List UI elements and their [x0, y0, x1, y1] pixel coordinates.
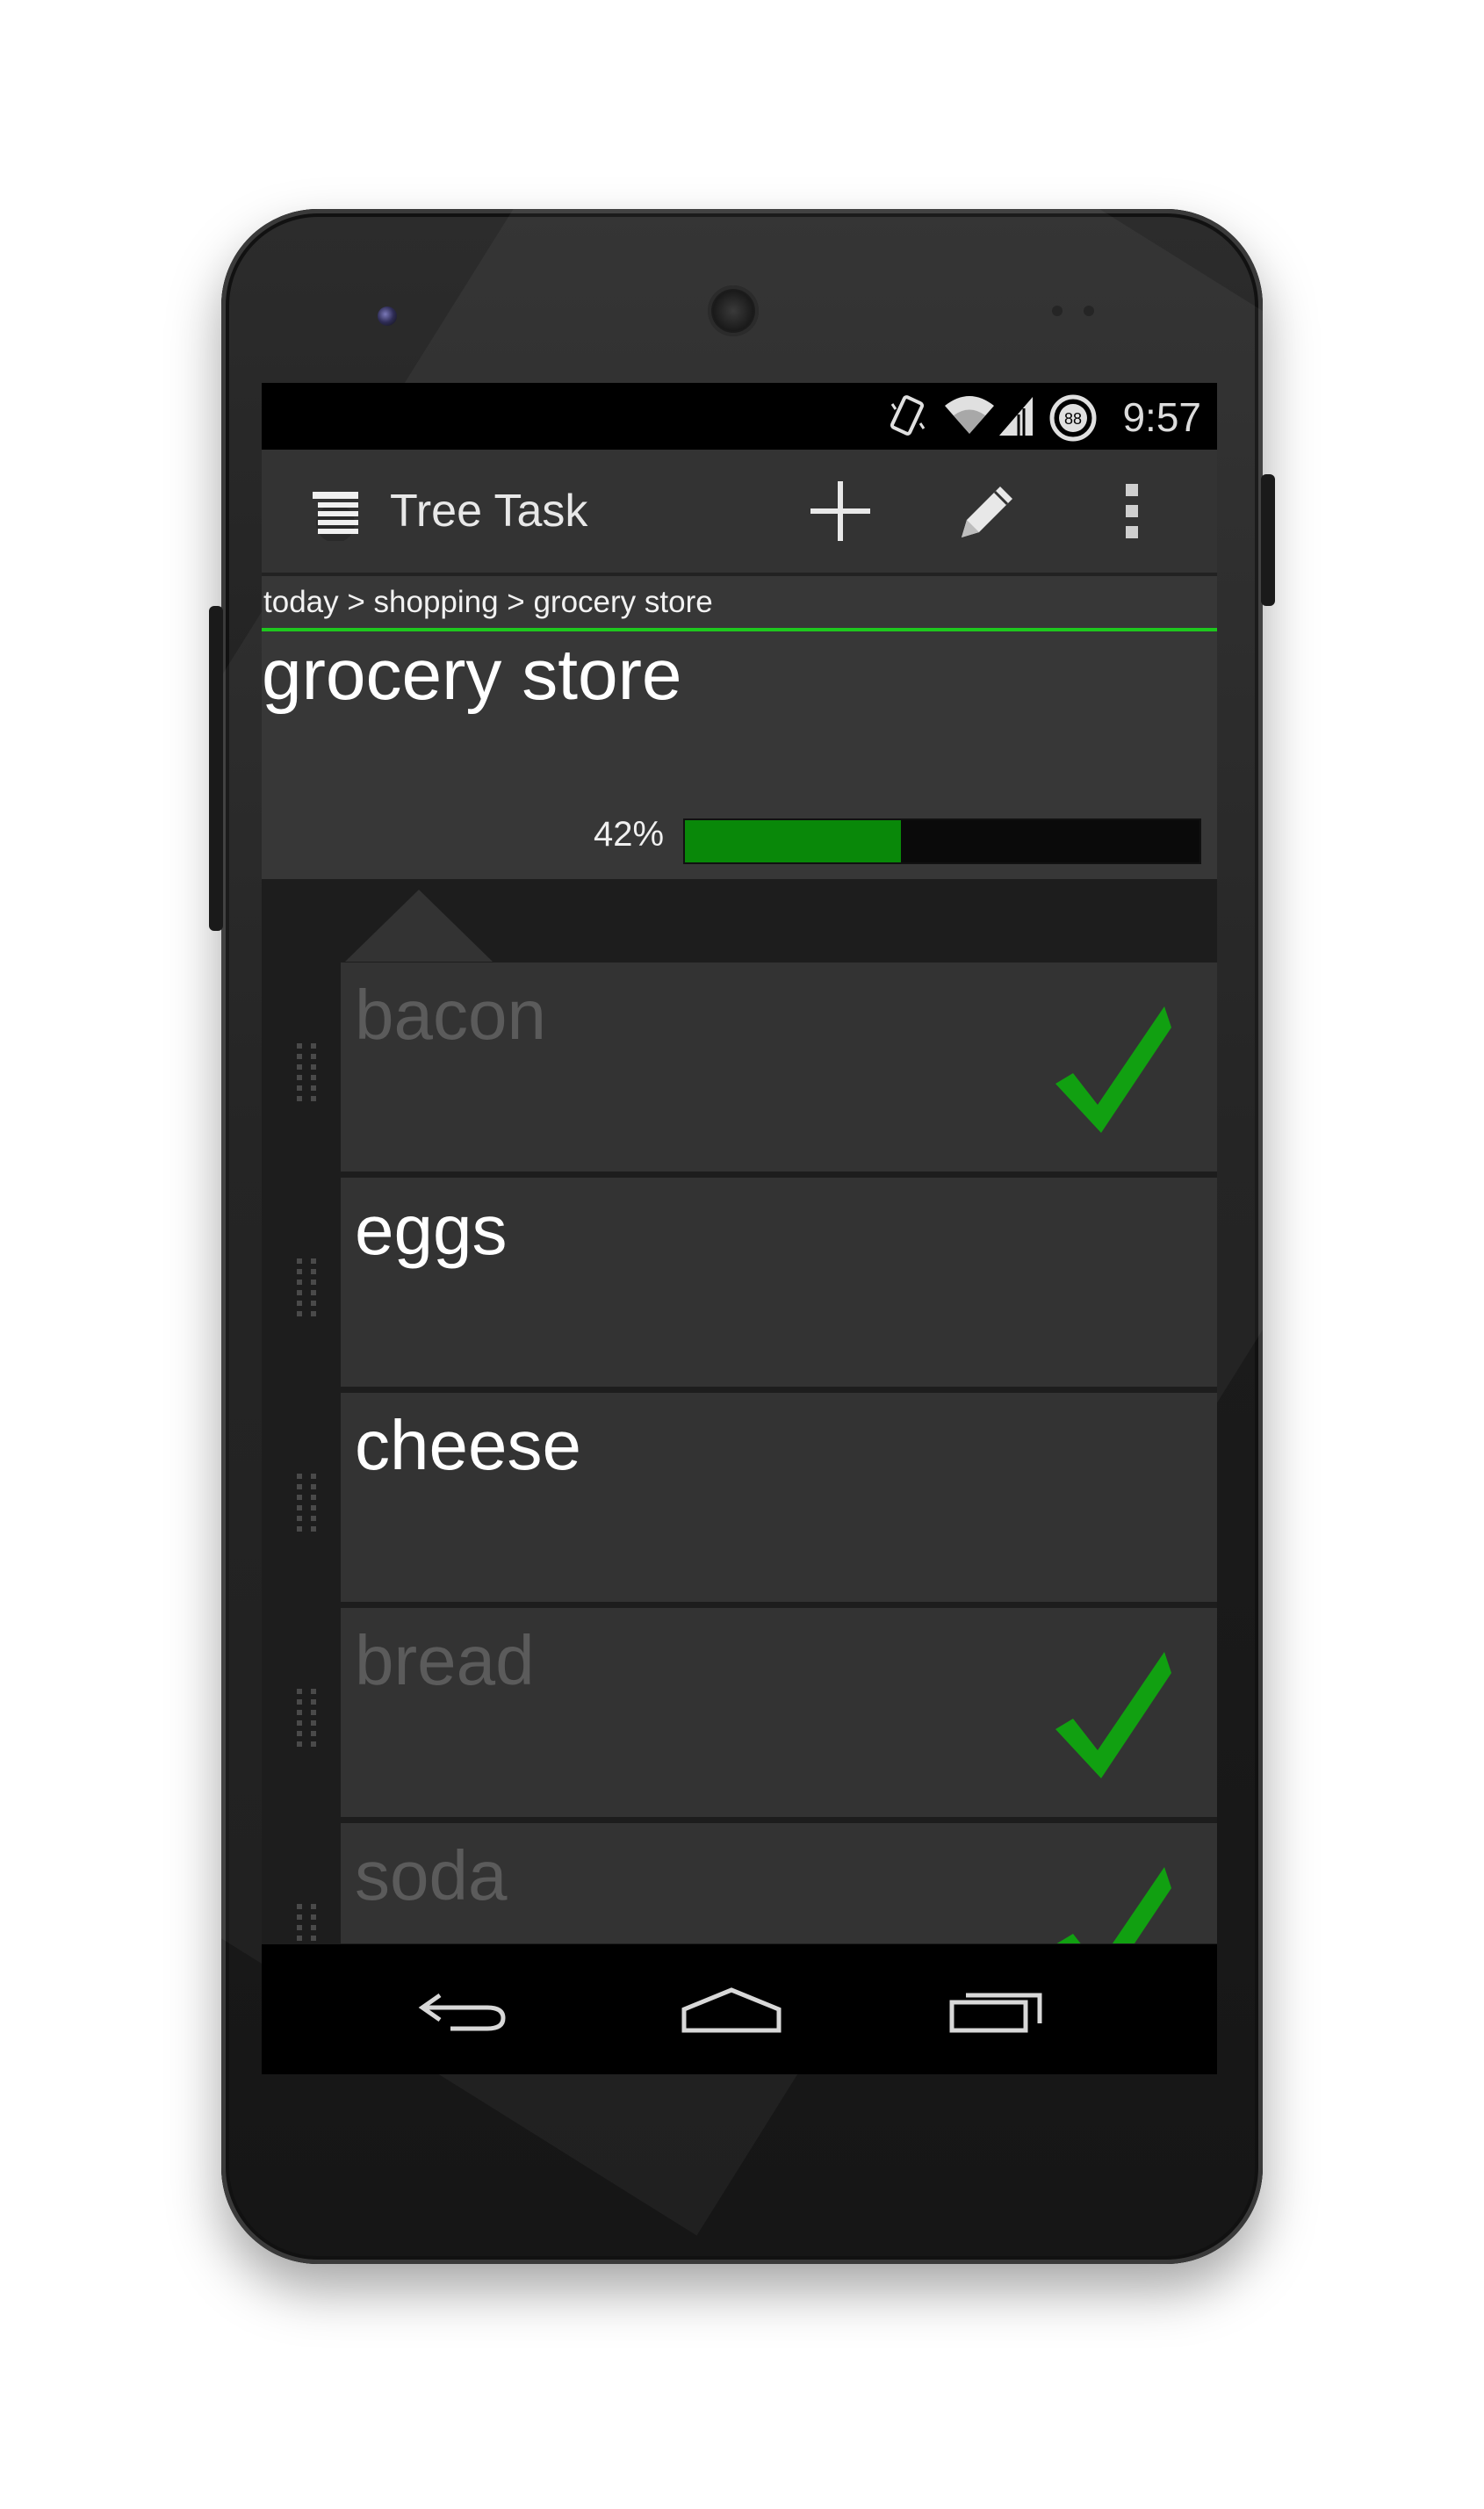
- task-row[interactable]: soda: [341, 1823, 1217, 1943]
- progress-bar: [683, 818, 1201, 864]
- battery-level-text: 88: [1064, 410, 1082, 428]
- status-bar: 88 9:57: [262, 383, 1217, 450]
- drag-handle-icon[interactable]: [297, 1258, 316, 1322]
- volume-button: [209, 606, 223, 931]
- app-title: Tree Task: [390, 486, 588, 537]
- signal-icon: [999, 397, 1033, 436]
- checkmark-icon[interactable]: [1052, 1864, 1175, 1943]
- progress-bar-fill: [685, 820, 902, 862]
- task-label: eggs: [355, 1191, 508, 1269]
- app-logo-icon: [313, 492, 358, 541]
- front-camera: [378, 306, 397, 326]
- wifi-icon: [945, 396, 994, 434]
- drag-handle-icon[interactable]: [297, 1904, 316, 1943]
- clock: 9:57: [1122, 394, 1201, 440]
- edit-task-button[interactable]: [938, 467, 1034, 555]
- task-label: bread: [355, 1621, 535, 1699]
- earpiece-speaker: [708, 285, 759, 336]
- overflow-menu-button[interactable]: [1084, 467, 1180, 555]
- breadcrumb[interactable]: today > shopping > grocery store: [263, 585, 713, 620]
- checkmark-icon[interactable]: [1052, 1648, 1175, 1780]
- home-button[interactable]: [670, 1974, 793, 2044]
- back-button[interactable]: [402, 1974, 525, 2044]
- back-icon: [418, 1993, 506, 2031]
- light-sensor: [1084, 306, 1094, 316]
- battery-icon: 88: [1049, 394, 1097, 442]
- overflow-menu-icon: [1126, 484, 1138, 538]
- recents-button[interactable]: [938, 1974, 1061, 2044]
- power-button: [1261, 474, 1275, 606]
- task-label: soda: [355, 1836, 508, 1914]
- task-row[interactable]: eggs: [341, 1178, 1217, 1387]
- progress-percent: 42%: [594, 815, 665, 854]
- edit-pencil-icon: [962, 487, 1012, 537]
- drag-handle-icon[interactable]: [297, 1474, 316, 1537]
- drag-handle-icon[interactable]: [297, 1689, 316, 1752]
- recents-icon: [949, 1993, 1042, 2033]
- page-title: grocery store: [262, 635, 682, 715]
- drag-handle-icon[interactable]: [297, 1043, 316, 1107]
- home-icon: [681, 1987, 782, 2033]
- breadcrumb-divider: [262, 628, 1217, 631]
- task-label: bacon: [355, 976, 546, 1054]
- task-label: cheese: [355, 1406, 581, 1484]
- screen: 88 9:57 Tree Task today > shopping > gro…: [262, 383, 1217, 2074]
- task-list: bacon eggs cheese bread soda: [262, 879, 1217, 1943]
- vibrate-icon: [890, 395, 926, 436]
- task-row[interactable]: cheese: [341, 1393, 1217, 1602]
- task-header: today > shopping > grocery store grocery…: [262, 576, 1217, 879]
- add-icon: [810, 481, 870, 541]
- task-row[interactable]: bacon: [341, 963, 1217, 1172]
- navigation-bar: [262, 1944, 1217, 2074]
- task-row[interactable]: bread: [341, 1608, 1217, 1817]
- checkmark-icon[interactable]: [1052, 1003, 1175, 1135]
- action-bar: Tree Task: [262, 450, 1217, 576]
- list-pointer: [345, 890, 493, 962]
- add-task-button[interactable]: [792, 467, 889, 555]
- proximity-sensor: [1052, 306, 1063, 316]
